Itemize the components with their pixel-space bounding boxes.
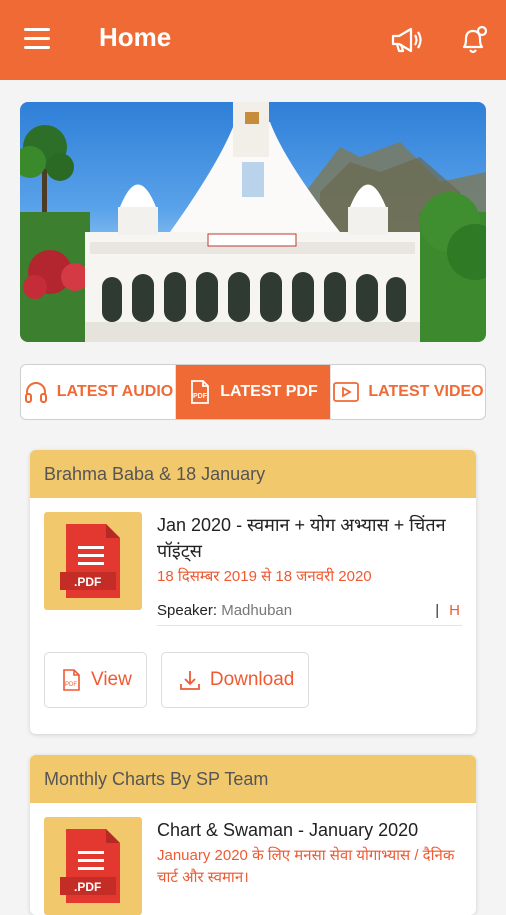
svg-text:PDF: PDF (193, 393, 208, 400)
tab-label: LATEST PDF (220, 383, 318, 400)
svg-text:.PDF: .PDF (74, 880, 101, 894)
tab-label: LATEST AUDIO (56, 383, 174, 400)
universal-peace-hall-illustration (20, 102, 486, 342)
pdf-description: January 2020 के लिए मनसा सेवा योगाभ्यास … (157, 847, 455, 886)
card-body: .PDF Chart & Swaman - January 2020 Janua… (30, 803, 476, 915)
speaker-name: Madhuban (221, 602, 293, 619)
content-tabs: LATEST AUDIO PDF LATEST PDF LATEST VIDEO (20, 364, 486, 420)
card-body: .PDF Jan 2020 - स्वमान + योग अभ्यास + चि… (30, 498, 476, 734)
pdf-thumbnail: .PDF (44, 817, 142, 915)
card-category: Monthly Charts By SP Team (30, 755, 476, 803)
pdf-title: Chart & Swaman - January 2020 (157, 820, 419, 840)
pdf-title: Jan 2020 - स्वमान + योग अभ्यास + चिंतन प… (157, 515, 446, 561)
download-icon (179, 671, 200, 690)
svg-text:PDF: PDF (65, 682, 77, 688)
pdf-thumbnail: .PDF (44, 512, 142, 610)
menu-icon[interactable] (24, 28, 50, 50)
tab-latest-video[interactable]: LATEST VIDEO (331, 365, 485, 419)
megaphone-icon[interactable] (388, 22, 424, 58)
speaker-label: Speaker: (157, 602, 218, 619)
pdf-card: Monthly Charts By SP Team .PDF Chart & S… (30, 755, 476, 915)
pdf-date-range: 18 दिसम्बर 2019 से 18 जनवरी 2020 (157, 568, 372, 585)
app-bar: Home (0, 0, 506, 80)
tab-latest-pdf[interactable]: PDF LATEST PDF (176, 365, 331, 419)
separator: | (435, 602, 440, 619)
view-button[interactable]: PDF View (44, 652, 147, 708)
card-category: Brahma Baba & 18 January (30, 450, 476, 498)
pdf-card: Brahma Baba & 18 January .PDF Jan 2020 -… (30, 450, 476, 734)
video-icon (333, 382, 360, 402)
page-title: Home (99, 22, 172, 52)
download-button[interactable]: Download (160, 652, 310, 708)
pdf-icon: PDF (63, 669, 80, 691)
tab-latest-audio[interactable]: LATEST AUDIO (21, 365, 176, 419)
bell-icon[interactable] (455, 22, 491, 58)
tab-label: LATEST VIDEO (368, 383, 484, 400)
speaker-row: Speaker: Madhuban | H (157, 602, 462, 626)
svg-text:.PDF: .PDF (74, 575, 101, 589)
pdf-file-icon: .PDF (60, 524, 120, 598)
pdf-file-icon: .PDF (60, 829, 120, 903)
pdf-icon: PDF (191, 380, 210, 404)
download-label: Download (209, 669, 295, 690)
headphones-icon (24, 382, 47, 403)
view-label: View (91, 669, 132, 690)
language-badge: H (449, 602, 460, 619)
banner-image (20, 102, 486, 342)
